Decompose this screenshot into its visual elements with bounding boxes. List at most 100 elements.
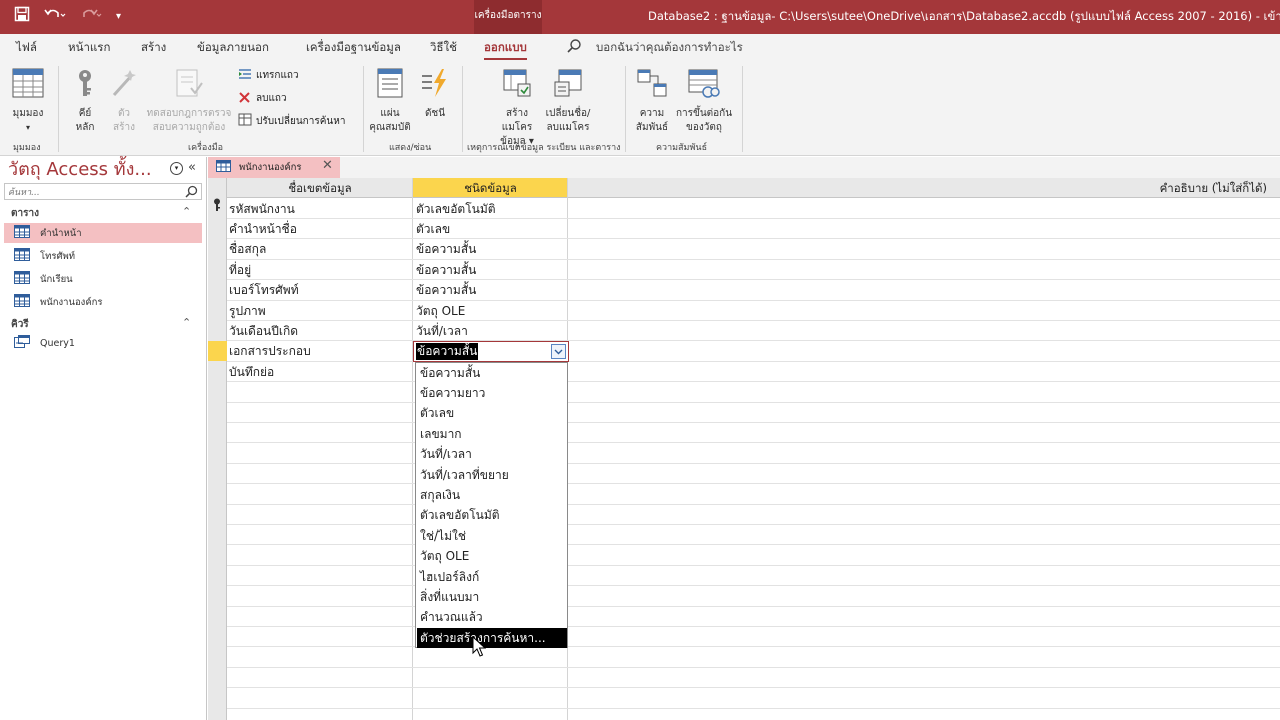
rename-delete-macro-button[interactable]: เปลี่ยนชื่อ/ลบแมโคร bbox=[542, 68, 594, 135]
nav-query-item[interactable]: Query1 bbox=[4, 333, 202, 353]
close-icon[interactable]: ✕ bbox=[322, 158, 333, 173]
dropdown-option[interactable]: เลขมาก bbox=[417, 424, 567, 444]
document-tabs: พนักงานองค์กร ✕ bbox=[208, 157, 1280, 178]
nav-pane-title[interactable]: วัตถุ Access ทั้ง... bbox=[8, 157, 152, 183]
data-type-cell[interactable]: ข้อความสั้น bbox=[416, 280, 476, 300]
field-name-cell[interactable]: เอกสารประกอบ bbox=[229, 341, 311, 361]
ribbon: มุมมอง ▾ มุมมอง คีย์ หลัก ตัว สร้าง ทดสอบกฎ… bbox=[0, 60, 1280, 156]
validation-rules-icon bbox=[146, 68, 232, 103]
dropdown-option-highlighted[interactable]: ตัวช่วยสร้างการค้นหา... bbox=[417, 628, 567, 648]
field-name-cell[interactable]: วันเดือนปีเกิด bbox=[229, 321, 298, 341]
chevron-down-icon[interactable] bbox=[551, 344, 566, 359]
dropdown-option[interactable]: วันที่/เวลาที่ขยาย bbox=[417, 465, 567, 485]
nav-collapse-icon[interactable]: « bbox=[188, 160, 196, 175]
field-name-cell[interactable]: รูปภาพ bbox=[229, 301, 266, 321]
search-icon[interactable] bbox=[566, 38, 582, 54]
dropdown-option[interactable]: ข้อความยาว bbox=[417, 383, 567, 403]
delete-rows-label: ลบแถว bbox=[256, 93, 287, 104]
redo-icon[interactable] bbox=[80, 0, 102, 34]
data-type-cell[interactable]: ตัวเลข bbox=[416, 219, 450, 239]
nav-menu-chevron-icon[interactable]: ▾ bbox=[170, 162, 183, 175]
query-icon bbox=[14, 335, 30, 351]
tab-design[interactable]: ออกแบบ bbox=[484, 34, 527, 60]
relationships-button[interactable]: ความ สัมพันธ์ bbox=[632, 68, 672, 135]
dropdown-option[interactable]: วัตถุ OLE bbox=[417, 546, 567, 566]
nav-section-queries[interactable]: คิวรี bbox=[11, 317, 29, 332]
data-type-combobox[interactable]: ข้อความสั้น bbox=[413, 341, 569, 362]
dropdown-option[interactable]: ตัวเลขอัตโนมัติ bbox=[417, 505, 567, 525]
modify-lookups-button[interactable]: ปรับเปลี่ยนการค้นหา bbox=[238, 113, 345, 129]
nav-table-item[interactable]: โทรศัพท์ bbox=[4, 246, 202, 266]
create-data-macros-button[interactable]: สร้างแมโคร ข้อมูล ▾ bbox=[493, 68, 541, 149]
property-sheet-button[interactable]: แผ่น คุณสมบัติ bbox=[366, 68, 414, 135]
indexes-button[interactable]: ดัชนี bbox=[418, 68, 452, 121]
column-header-field-name[interactable]: ชื่อเขตข้อมูล bbox=[227, 178, 413, 198]
view-button[interactable]: มุมมอง ▾ bbox=[8, 68, 48, 135]
column-header-data-type[interactable]: ชนิดข้อมูล bbox=[413, 178, 568, 198]
builder-label-1: ตัว bbox=[117, 108, 131, 119]
field-name-cell[interactable]: รหัสพนักงาน bbox=[229, 199, 295, 219]
customize-qat-icon[interactable]: ▾ bbox=[116, 0, 121, 34]
table-view-icon bbox=[8, 68, 48, 103]
dropdown-option[interactable]: ใช่/ไม่ใช่ bbox=[417, 526, 567, 546]
builder-button[interactable]: ตัว สร้าง bbox=[108, 68, 140, 135]
nav-section-tables[interactable]: ตาราง bbox=[11, 206, 39, 221]
tab-help[interactable]: วิธีใช้ bbox=[430, 34, 457, 60]
primary-key-label-2: หลัก bbox=[75, 122, 95, 133]
object-dependencies-button[interactable]: การขึ้นต่อกัน ของวัตถุ bbox=[674, 68, 734, 135]
quick-access-toolbar: ▾ bbox=[14, 0, 121, 34]
field-name-cell[interactable]: ชื่อสกุล bbox=[229, 239, 266, 259]
field-name-cell[interactable]: บันทึกย่อ bbox=[229, 362, 274, 382]
dropdown-option[interactable]: คำนวณแล้ว bbox=[417, 607, 567, 627]
dropdown-option[interactable]: ตัวเลข bbox=[417, 403, 567, 423]
ribbon-tabs: ไฟล์ หน้าแรก สร้าง ข้อมูลภายนอก เครื่องม… bbox=[0, 34, 1280, 60]
save-icon[interactable] bbox=[14, 0, 30, 34]
tell-me-box[interactable]: บอกฉันว่าคุณต้องการทำอะไร bbox=[596, 34, 743, 60]
create-macros-label-1: สร้างแมโคร bbox=[501, 108, 533, 133]
primary-key-button[interactable]: คีย์หลัก bbox=[68, 68, 102, 135]
collapse-section-icon[interactable]: ⌃ bbox=[182, 316, 191, 329]
test-validation-rules-button[interactable]: ทดสอบกฎการตรวจ สอบความถูกต้อง bbox=[146, 68, 232, 135]
tab-file[interactable]: ไฟล์ bbox=[16, 34, 37, 60]
current-row-indicator[interactable] bbox=[208, 341, 227, 361]
nav-table-item[interactable]: พนักงานองค์กร bbox=[4, 292, 202, 312]
data-type-cell[interactable]: ข้อความสั้น bbox=[416, 239, 476, 259]
column-header-description[interactable]: คำอธิบาย (ไม่ใส่ก็ได้) bbox=[568, 178, 1280, 198]
primary-key-label-1: คีย์ bbox=[78, 108, 92, 119]
dropdown-option[interactable]: ข้อความสั้น bbox=[417, 363, 567, 383]
field-name-cell[interactable]: เบอร์โทรศัพท์ bbox=[229, 280, 299, 300]
field-name-cell[interactable]: คำนำหน้าชื่อ bbox=[229, 219, 297, 239]
tab-external-data[interactable]: ข้อมูลภายนอก bbox=[197, 34, 269, 60]
dropdown-option[interactable]: วันที่/เวลา bbox=[417, 444, 567, 464]
dropdown-option[interactable]: สกุลเงิน bbox=[417, 485, 567, 505]
window-title: Database2 : ฐานข้อมูล- C:\Users\sutee\On… bbox=[648, 9, 1280, 23]
data-type-cell[interactable]: ตัวเลขอัตโนมัติ bbox=[416, 199, 496, 219]
data-type-cell[interactable]: วันที่/เวลา bbox=[416, 321, 468, 341]
field-name-cell[interactable]: ที่อยู่ bbox=[229, 260, 251, 280]
insert-rows-icon bbox=[238, 68, 252, 83]
data-type-cell[interactable]: ข้อความสั้น bbox=[416, 260, 476, 280]
row-divider bbox=[227, 667, 1280, 668]
tab-database-tools[interactable]: เครื่องมือฐานข้อมูล bbox=[306, 34, 401, 60]
collapse-section-icon[interactable]: ⌃ bbox=[182, 205, 191, 218]
nav-table-item[interactable]: นักเรียน bbox=[4, 269, 202, 289]
delete-rows-button[interactable]: ลบแถว bbox=[238, 91, 287, 106]
insert-rows-button[interactable]: แทรกแถว bbox=[238, 68, 299, 83]
nav-search-input[interactable] bbox=[5, 185, 181, 201]
dropdown-option[interactable]: สิ่งที่แนบมา bbox=[417, 587, 567, 607]
dropdown-option[interactable]: ไฮเปอร์ลิงก์ bbox=[417, 567, 567, 587]
group-label-tools: เครื่องมือ bbox=[188, 143, 224, 153]
modify-lookups-icon bbox=[238, 113, 252, 129]
tab-home[interactable]: หน้าแรก bbox=[68, 34, 110, 60]
undo-icon[interactable] bbox=[44, 0, 66, 34]
group-label-relationships: ความสัมพันธ์ bbox=[656, 143, 708, 153]
lightning-icon bbox=[418, 68, 452, 103]
tab-create[interactable]: สร้าง bbox=[141, 34, 166, 60]
document-tab[interactable]: พนักงานองค์กร ✕ bbox=[208, 157, 340, 178]
search-icon[interactable] bbox=[185, 185, 198, 201]
data-type-combobox-value[interactable]: ข้อความสั้น bbox=[416, 343, 479, 360]
nav-table-item[interactable]: คำนำหน้า bbox=[4, 223, 202, 243]
row-divider bbox=[227, 687, 1280, 688]
dependencies-label-2: ของวัตถุ bbox=[686, 122, 722, 133]
data-type-cell[interactable]: วัตถุ OLE bbox=[416, 301, 465, 321]
